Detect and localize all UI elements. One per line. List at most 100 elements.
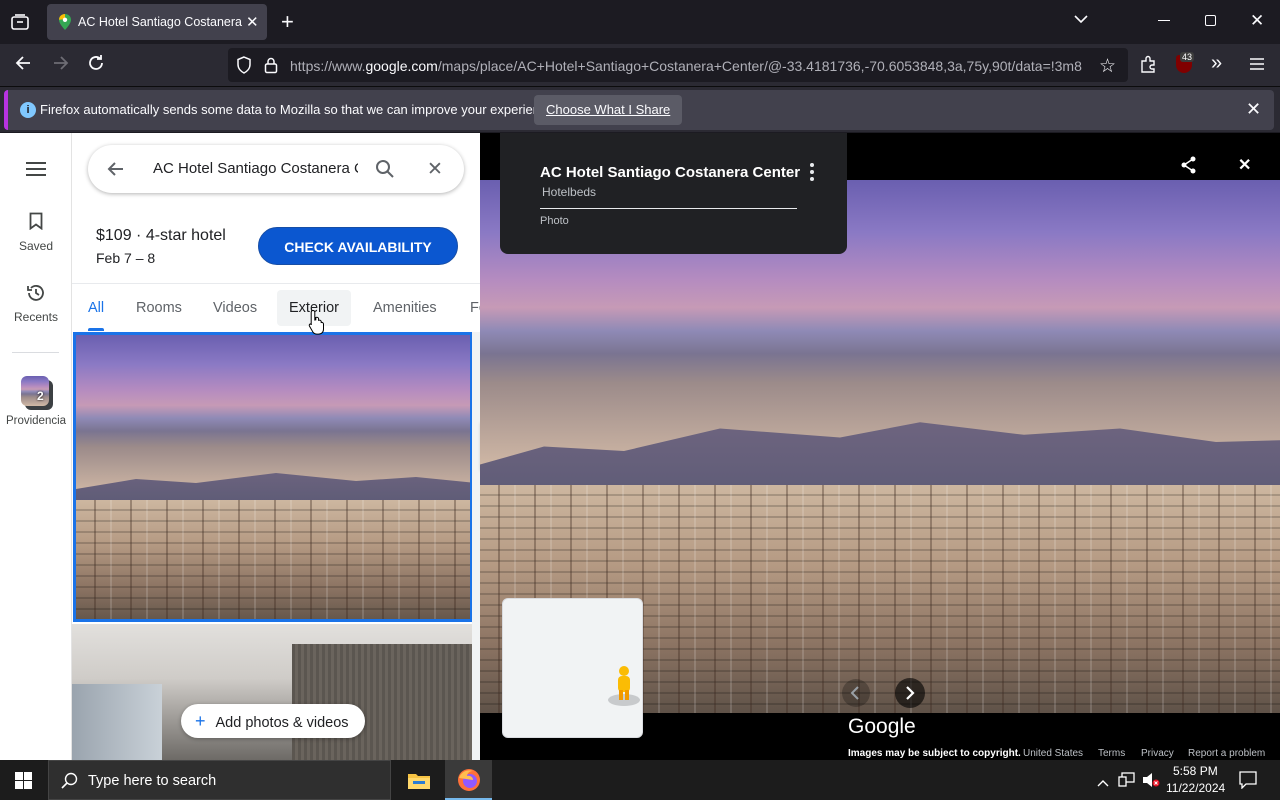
- info-icon: i: [20, 102, 36, 118]
- back-arrow-icon[interactable]: [106, 160, 124, 183]
- search-box[interactable]: AC Hotel Santiago Costanera C ✕: [88, 145, 464, 193]
- panel-scrollbar[interactable]: [472, 332, 480, 760]
- more-tools-icon[interactable]: »: [1211, 52, 1222, 75]
- notice-close-icon[interactable]: ✕: [1246, 99, 1261, 120]
- bookmark-icon: [29, 212, 43, 235]
- taskbar-search-icon: [61, 772, 79, 795]
- address-bar[interactable]: https://www.google.com/maps/place/AC+Hot…: [228, 48, 1128, 82]
- lock-icon[interactable]: [264, 56, 278, 79]
- browser-tab-active[interactable]: AC Hotel Santiago Costanera C ✕: [47, 4, 267, 40]
- report-problem-link[interactable]: Report a problem: [1188, 748, 1265, 759]
- menu-icon[interactable]: [26, 161, 46, 182]
- photo-viewer[interactable]: AC Hotel Santiago Costanera Center Hotel…: [480, 133, 1280, 760]
- clock-time[interactable]: 5:58 PM: [1173, 764, 1218, 778]
- firefox-icon: [457, 768, 481, 797]
- place-side-panel: AC Hotel Santiago Costanera C ✕ $109 · 4…: [72, 133, 480, 760]
- hand-cursor-icon: [308, 309, 326, 340]
- restore-icon[interactable]: [1205, 15, 1216, 26]
- back-icon[interactable]: [14, 54, 32, 77]
- google-logo: Google: [848, 715, 916, 738]
- volume-muted-icon[interactable]: [1142, 772, 1160, 793]
- share-icon[interactable]: [1181, 156, 1197, 179]
- clear-search-icon[interactable]: ✕: [427, 158, 443, 181]
- mini-map[interactable]: [502, 598, 643, 738]
- data-collection-notice: i Firefox automatically sends some data …: [0, 86, 1280, 132]
- window-close-icon[interactable]: ✕: [1250, 11, 1264, 31]
- tab-food[interactable]: Fo: [470, 300, 480, 316]
- photo-thumbnail-selected[interactable]: [73, 332, 473, 622]
- recent-place-thumbnail: 2: [21, 376, 53, 410]
- notifications-icon[interactable]: [1239, 771, 1257, 794]
- choose-what-i-share-button[interactable]: Choose What I Share: [534, 95, 683, 125]
- recents-label: Recents: [13, 310, 59, 324]
- close-viewer-icon[interactable]: ✕: [1238, 155, 1251, 175]
- browser-navigation-bar: https://www.google.com/maps/place/AC+Hot…: [0, 44, 1280, 86]
- plus-icon: +: [195, 711, 206, 731]
- new-tab-icon[interactable]: +: [281, 9, 294, 35]
- recent-place-count: 2: [37, 389, 44, 403]
- viewer-place-title[interactable]: AC Hotel Santiago Costanera Center: [540, 164, 800, 181]
- price-rating-text: $109 · 4-star hotel: [96, 227, 226, 244]
- bookmark-star-icon[interactable]: ☆: [1099, 55, 1116, 78]
- extensions-icon[interactable]: [1139, 55, 1157, 78]
- recent-place-providencia[interactable]: 2 Providencia: [0, 376, 72, 446]
- stay-dates[interactable]: Feb 7 – 8: [96, 250, 155, 266]
- firefox-taskbar-button[interactable]: [445, 760, 492, 800]
- windows-taskbar: Type here to search 5:58 PM 11/22/2024: [0, 760, 1280, 800]
- copyright-notice: Images may be subject to copyright.: [848, 748, 1021, 759]
- search-input[interactable]: AC Hotel Santiago Costanera C: [153, 160, 358, 177]
- info-divider: [540, 208, 797, 209]
- tab-title: AC Hotel Santiago Costanera C: [78, 15, 242, 29]
- country-link[interactable]: United States: [1023, 748, 1083, 759]
- app-menu-icon[interactable]: [1249, 57, 1265, 76]
- taskbar-search-box[interactable]: Type here to search: [48, 760, 391, 800]
- rail-divider: [12, 352, 59, 353]
- url-text[interactable]: https://www.google.com/maps/place/AC+Hot…: [290, 58, 1088, 74]
- photo-info-card: AC Hotel Santiago Costanera Center Hotel…: [500, 133, 847, 254]
- photo-type: Photo: [540, 215, 569, 227]
- windows-start-icon[interactable]: [15, 772, 32, 794]
- notice-text: Firefox automatically sends some data to…: [40, 102, 558, 117]
- next-photo-icon[interactable]: [895, 678, 925, 708]
- add-photos-label: Add photos & videos: [215, 715, 349, 731]
- tab-all[interactable]: All: [88, 300, 104, 316]
- recent-place-label: Providencia: [5, 415, 67, 427]
- tab-videos[interactable]: Videos: [213, 300, 257, 316]
- google-maps-app: Saved Recents 2 Providencia AC Hotel San…: [0, 133, 1280, 760]
- tab-amenities[interactable]: Amenities: [373, 300, 437, 316]
- pegman-icon[interactable]: [607, 664, 641, 713]
- history-icon: [26, 283, 46, 308]
- photo-source[interactable]: Hotelbeds: [542, 185, 596, 199]
- viewer-more-icon[interactable]: [810, 163, 814, 186]
- photo-category-tabs: All Rooms Videos Exterior Amenities Fo: [72, 283, 480, 331]
- photo-thumbnail-room[interactable]: [72, 624, 472, 760]
- maps-side-rail: Saved Recents 2 Providencia: [0, 133, 72, 760]
- extension-badge: 43: [1180, 52, 1195, 62]
- browser-tab-bar: AC Hotel Santiago Costanera C ✕ + ✕: [0, 0, 1280, 44]
- saved-label: Saved: [18, 239, 54, 253]
- forward-icon[interactable]: [52, 54, 70, 77]
- tab-close-icon[interactable]: ✕: [246, 13, 259, 31]
- tab-rooms[interactable]: Rooms: [136, 300, 182, 316]
- tab-all-underline: [88, 328, 104, 331]
- show-hidden-icons-icon[interactable]: [1097, 774, 1109, 792]
- tab-overview-icon[interactable]: [11, 14, 29, 34]
- minimize-icon[interactable]: [1158, 20, 1170, 21]
- taskbar-search-placeholder: Type here to search: [88, 773, 217, 789]
- reload-icon[interactable]: [87, 54, 105, 77]
- file-explorer-icon[interactable]: [407, 770, 431, 795]
- notice-strip: i Firefox automatically sends some data …: [4, 90, 1274, 130]
- recents-button[interactable]: Recents: [0, 281, 72, 331]
- search-icon[interactable]: [375, 159, 395, 184]
- list-all-tabs-icon[interactable]: [1073, 12, 1089, 30]
- clock-date[interactable]: 11/22/2024: [1166, 781, 1225, 795]
- add-photos-button[interactable]: + Add photos & videos: [181, 704, 365, 738]
- tracking-shield-icon[interactable]: [236, 56, 252, 79]
- network-icon[interactable]: [1118, 772, 1136, 793]
- previous-photo-icon[interactable]: [842, 679, 870, 707]
- check-availability-button[interactable]: CHECK AVAILABILITY: [258, 227, 458, 265]
- privacy-link[interactable]: Privacy: [1141, 748, 1174, 759]
- terms-link[interactable]: Terms: [1098, 748, 1125, 759]
- saved-button[interactable]: Saved: [0, 209, 72, 259]
- google-maps-favicon-icon: [58, 14, 72, 35]
